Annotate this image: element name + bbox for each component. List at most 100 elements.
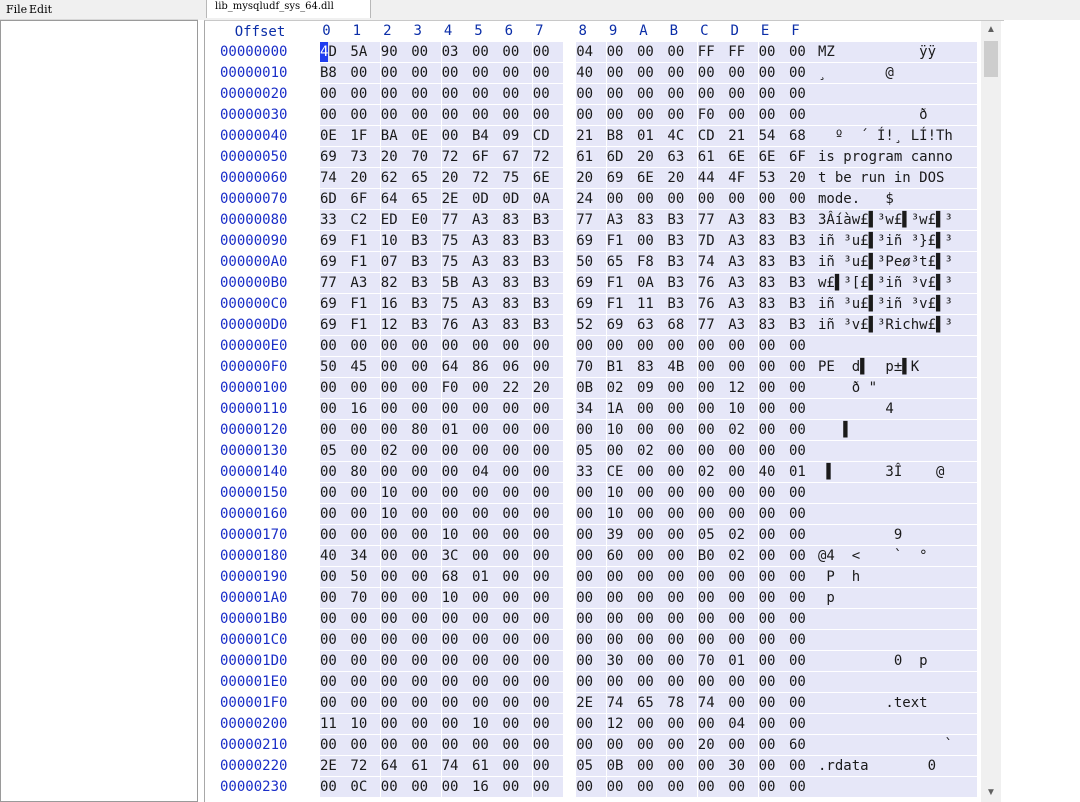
hex-byte[interactable]: 00 xyxy=(606,777,637,797)
hex-byte[interactable]: 2E xyxy=(576,693,607,713)
hex-byte[interactable]: 00 xyxy=(606,42,637,62)
hex-byte[interactable]: C2 xyxy=(350,210,381,230)
hex-byte[interactable]: 83 xyxy=(758,294,789,314)
hex-byte[interactable]: 00 xyxy=(502,546,533,566)
hex-byte[interactable]: 64 xyxy=(441,357,472,377)
hex-byte[interactable]: 20 xyxy=(441,168,472,188)
hex-byte[interactable]: 00 xyxy=(789,525,819,545)
hex-byte[interactable]: 00 xyxy=(411,588,442,608)
hex-byte[interactable]: 00 xyxy=(667,546,698,566)
hex-byte[interactable]: 00 xyxy=(697,357,728,377)
hex-byte[interactable]: 16 xyxy=(350,399,381,419)
hex-byte[interactable]: 00 xyxy=(789,504,819,524)
hex-byte[interactable]: 12 xyxy=(728,378,759,398)
ascii-column[interactable]: mode. $ xyxy=(816,189,977,209)
hex-byte[interactable]: A3 xyxy=(472,294,502,314)
hex-byte[interactable]: 00 xyxy=(320,609,350,629)
hex-byte[interactable]: A3 xyxy=(728,231,759,251)
hex-byte[interactable]: 83 xyxy=(637,357,667,377)
hex-byte[interactable]: 10 xyxy=(380,504,411,524)
hex-byte[interactable]: 00 xyxy=(532,546,563,566)
hex-byte[interactable]: 00 xyxy=(472,525,502,545)
hex-byte[interactable]: 0A xyxy=(532,189,563,209)
ascii-column[interactable] xyxy=(816,84,977,104)
hex-byte[interactable]: B3 xyxy=(667,210,698,230)
hex-byte[interactable]: 00 xyxy=(606,735,637,755)
hex-byte[interactable]: 83 xyxy=(758,231,789,251)
hex-byte[interactable]: 00 xyxy=(789,42,819,62)
hex-byte[interactable]: 77 xyxy=(576,210,607,230)
hex-byte[interactable]: 00 xyxy=(441,651,472,671)
hex-byte[interactable]: 00 xyxy=(697,777,728,797)
hex-byte[interactable]: 00 xyxy=(320,630,350,650)
ascii-column[interactable]: p xyxy=(816,588,977,608)
hex-byte[interactable]: 00 xyxy=(380,630,411,650)
hex-byte[interactable]: 52 xyxy=(576,315,607,335)
hex-byte[interactable]: 05 xyxy=(576,441,607,461)
hex-byte[interactable]: B3 xyxy=(411,294,442,314)
ascii-column[interactable]: PE d▌ p±▌K xyxy=(816,357,977,377)
hex-byte[interactable]: 00 xyxy=(411,42,442,62)
hex-byte[interactable]: 00 xyxy=(576,420,607,440)
hex-byte[interactable]: 20 xyxy=(667,168,698,188)
hex-byte[interactable]: 00 xyxy=(350,483,381,503)
hex-byte[interactable]: 69 xyxy=(576,273,607,293)
hex-byte[interactable]: 00 xyxy=(320,651,350,671)
hex-byte[interactable]: 72 xyxy=(441,147,472,167)
hex-byte[interactable]: 20 xyxy=(576,168,607,188)
hex-byte[interactable]: 00 xyxy=(667,105,698,125)
hex-byte[interactable]: 6F xyxy=(472,147,502,167)
hex-byte[interactable]: 00 xyxy=(758,189,789,209)
hex-byte[interactable]: 00 xyxy=(411,357,442,377)
hex-byte[interactable]: 00 xyxy=(411,84,442,104)
hex-byte[interactable]: 50 xyxy=(576,252,607,272)
hex-byte[interactable]: 74 xyxy=(320,168,350,188)
hex-byte[interactable]: 00 xyxy=(667,756,698,776)
hex-byte[interactable]: 00 xyxy=(667,777,698,797)
hex-byte[interactable]: 00 xyxy=(411,651,442,671)
hex-byte[interactable]: 00 xyxy=(380,399,411,419)
hex-byte[interactable]: 00 xyxy=(789,357,819,377)
hex-byte[interactable]: 00 xyxy=(637,756,667,776)
hex-byte[interactable]: B8 xyxy=(320,63,350,83)
hex-byte[interactable]: B0 xyxy=(697,546,728,566)
hex-byte[interactable]: 00 xyxy=(758,777,789,797)
hex-byte[interactable]: 00 xyxy=(380,462,411,482)
hex-byte[interactable]: 00 xyxy=(502,336,533,356)
hex-byte[interactable]: B3 xyxy=(789,315,819,335)
hex-byte[interactable]: 6F xyxy=(350,189,381,209)
hex-byte[interactable]: A3 xyxy=(472,231,502,251)
hex-byte[interactable]: 01 xyxy=(637,126,667,146)
hex-byte[interactable]: 10 xyxy=(472,714,502,734)
hex-byte[interactable]: 69 xyxy=(320,294,350,314)
hex-byte[interactable]: 00 xyxy=(320,336,350,356)
hex-byte[interactable]: 64 xyxy=(380,189,411,209)
hex-byte[interactable]: 02 xyxy=(637,441,667,461)
hex-byte[interactable]: 00 xyxy=(637,714,667,734)
hex-byte[interactable]: 00 xyxy=(697,567,728,587)
ascii-column[interactable]: ▌ xyxy=(816,420,977,440)
hex-byte[interactable]: 62 xyxy=(380,168,411,188)
hex-byte[interactable]: 00 xyxy=(606,609,637,629)
hex-byte[interactable]: 00 xyxy=(576,651,607,671)
hex-byte[interactable]: 00 xyxy=(758,504,789,524)
hex-byte[interactable]: 40 xyxy=(320,546,350,566)
hex-byte[interactable]: 0B xyxy=(576,378,607,398)
ascii-column[interactable]: iñ ³u£▌³Peø³t£▌³ xyxy=(816,252,977,272)
hex-byte[interactable]: 00 xyxy=(532,483,563,503)
hex-byte[interactable]: 00 xyxy=(411,525,442,545)
hex-byte[interactable]: 00 xyxy=(380,546,411,566)
hex-byte[interactable]: 00 xyxy=(350,651,381,671)
hex-byte[interactable]: 00 xyxy=(380,357,411,377)
hex-byte[interactable]: 00 xyxy=(789,756,819,776)
ascii-column[interactable]: iñ ³u£▌³iñ ³}£▌³ xyxy=(816,231,977,251)
hex-byte[interactable]: 00 xyxy=(576,336,607,356)
hex-byte[interactable]: 00 xyxy=(350,378,381,398)
hex-byte[interactable]: 83 xyxy=(502,273,533,293)
hex-byte[interactable]: 76 xyxy=(441,315,472,335)
hex-byte[interactable]: 00 xyxy=(728,63,759,83)
hex-byte[interactable]: 00 xyxy=(502,504,533,524)
hex-byte[interactable]: 77 xyxy=(697,315,728,335)
hex-byte[interactable]: 00 xyxy=(472,504,502,524)
hex-byte[interactable]: 00 xyxy=(606,105,637,125)
